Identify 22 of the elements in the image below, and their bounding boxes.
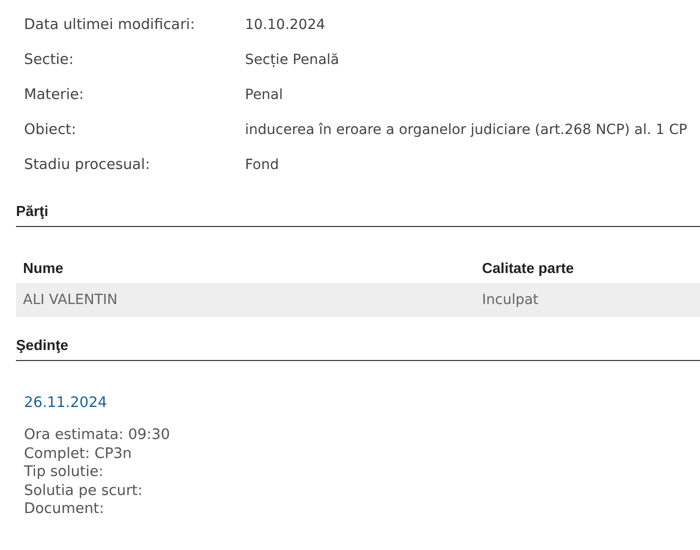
- hearing-detail: Complet: CP3n: [24, 444, 133, 463]
- hearing-detail: Tip solutie:: [24, 463, 104, 482]
- field-label: Obiect:: [24, 122, 78, 138]
- section-heading: Şedinţe: [16, 338, 700, 361]
- field-label: Materie:: [24, 87, 85, 103]
- column-header: Nume: [22, 260, 64, 276]
- field-label: Data ultimei modificari:: [24, 17, 196, 33]
- table-cell-text: ALI VALENTIN: [22, 292, 118, 308]
- section-heading: Părţi: [16, 204, 700, 227]
- column-header: Calitate parte: [481, 260, 574, 276]
- field-value: Penal: [245, 87, 283, 103]
- hearing-detail: Ora estimata: 09:30: [24, 426, 171, 444]
- field-value: Secție Penală: [245, 52, 340, 68]
- field-value: inducerea în eroare a organelor judiciare (art.268 NCP) al. 1 CP: [245, 122, 688, 138]
- field-label: Stadiu procesual:: [24, 157, 151, 173]
- hearing-detail: Document:: [24, 500, 106, 518]
- hearing-date: 26.11.2024: [24, 395, 108, 411]
- field-value: 10.10.2024: [245, 17, 326, 33]
- hearing-detail: Solutia pe scurt:: [24, 482, 144, 500]
- field-label: Sectie:: [24, 52, 75, 68]
- table-cell-text: Inculpat: [481, 292, 538, 308]
- field-value: Fond: [245, 157, 279, 173]
